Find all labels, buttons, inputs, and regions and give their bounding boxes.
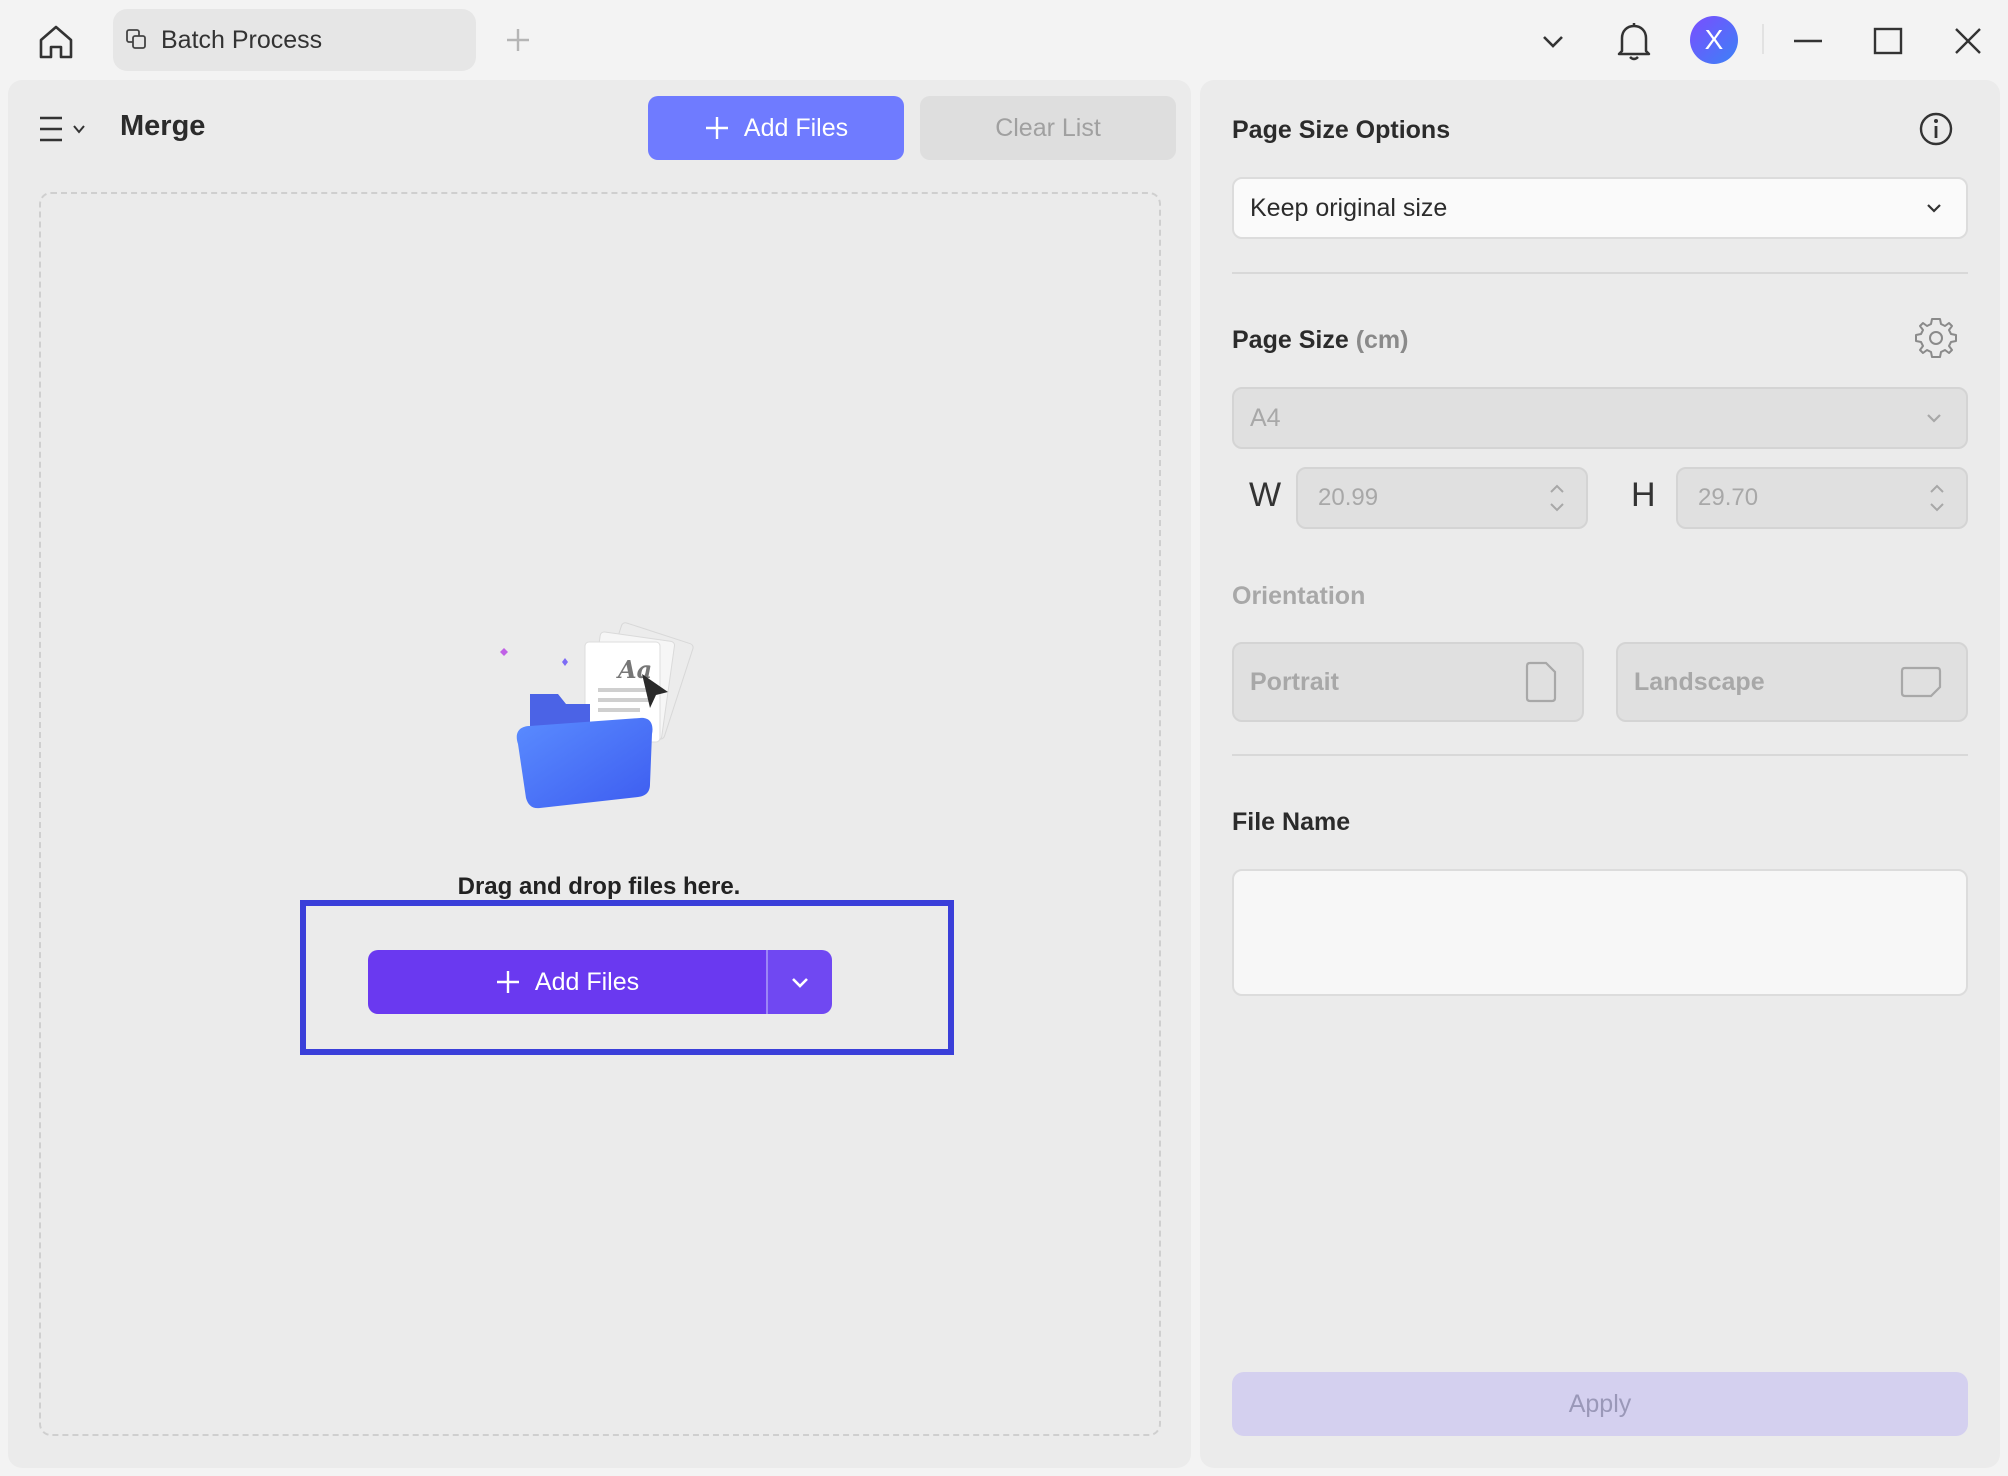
height-label: H (1631, 476, 1656, 515)
apply-button[interactable]: Apply (1232, 1372, 1968, 1436)
clear-list-button[interactable]: Clear List (920, 96, 1176, 160)
bell-icon (1616, 21, 1652, 61)
add-files-dropdown-button[interactable] (768, 950, 832, 1014)
batch-icon (125, 28, 149, 52)
page-size-options-heading: Page Size Options (1232, 116, 1450, 145)
page-size-heading: Page Size (cm) (1232, 326, 1408, 355)
add-files-label: Add Files (744, 114, 848, 143)
chevron-down-icon (72, 122, 86, 136)
width-value: 20.99 (1318, 484, 1378, 512)
add-files-split-button: Add Files (368, 950, 832, 1014)
info-icon[interactable] (1917, 110, 1955, 148)
user-avatar[interactable]: X (1690, 16, 1738, 64)
home-button[interactable] (30, 18, 82, 66)
notifications-button[interactable] (1609, 16, 1659, 66)
maximize-button[interactable] (1863, 16, 1913, 66)
plus-icon (704, 115, 730, 141)
height-stepper[interactable]: 29.70 (1676, 467, 1968, 529)
add-files-button[interactable]: Add Files (648, 96, 904, 160)
section-divider (1232, 272, 1968, 274)
add-files-main-label: Add Files (535, 968, 639, 997)
chevron-down-icon (1539, 27, 1567, 55)
landscape-label: Landscape (1634, 668, 1765, 697)
portrait-label: Portrait (1250, 668, 1339, 697)
plus-icon (495, 969, 521, 995)
width-label: W (1249, 476, 1281, 515)
drop-hint: Drag and drop files here. (0, 873, 1198, 901)
close-icon (1953, 26, 1983, 56)
portrait-page-icon (1524, 661, 1558, 703)
apply-label: Apply (1569, 1390, 1632, 1419)
home-icon (36, 22, 76, 62)
landscape-page-icon (1900, 665, 1942, 699)
gear-icon[interactable] (1914, 316, 1958, 360)
page-size-select[interactable]: A4 (1232, 387, 1968, 449)
landscape-option[interactable]: Landscape (1616, 642, 1968, 722)
file-name-heading: File Name (1232, 808, 1350, 837)
minimize-icon (1793, 26, 1823, 56)
page-size-value: A4 (1250, 404, 1281, 433)
menu-button[interactable] (38, 110, 94, 148)
chevron-down-icon (789, 971, 811, 993)
folder-documents-illustration-icon: Aa (490, 622, 720, 822)
add-files-main-button[interactable]: Add Files (368, 950, 766, 1014)
stepper-arrows-icon[interactable] (1548, 480, 1566, 516)
titlebar-divider (1762, 24, 1764, 54)
page-size-heading-label: Page Size (1232, 326, 1349, 354)
chevron-down-icon (1926, 410, 1942, 426)
tab-batch-process[interactable]: Batch Process (113, 9, 476, 71)
stepper-arrows-icon[interactable] (1928, 480, 1946, 516)
page-size-options-value: Keep original size (1250, 194, 1447, 223)
section-divider (1232, 754, 1968, 756)
portrait-option[interactable]: Portrait (1232, 642, 1584, 722)
tab-label: Batch Process (161, 26, 322, 55)
hamburger-icon (38, 114, 64, 144)
settings-panel (1200, 80, 2000, 1468)
chevron-down-icon (1926, 200, 1942, 216)
plus-icon (504, 26, 532, 54)
page-size-options-select[interactable]: Keep original size (1232, 177, 1968, 239)
maximize-icon (1873, 26, 1903, 56)
width-stepper[interactable]: 20.99 (1296, 467, 1588, 529)
height-value: 29.70 (1698, 484, 1758, 512)
page-size-unit: (cm) (1356, 326, 1409, 354)
minimize-button[interactable] (1783, 16, 1833, 66)
new-tab-button[interactable] (498, 20, 538, 60)
close-button[interactable] (1943, 16, 1993, 66)
page-title: Merge (120, 110, 205, 143)
clear-list-label: Clear List (995, 114, 1101, 143)
orientation-heading: Orientation (1232, 582, 1365, 611)
tabs-dropdown-button[interactable] (1528, 16, 1578, 66)
file-name-input[interactable] (1232, 869, 1968, 996)
